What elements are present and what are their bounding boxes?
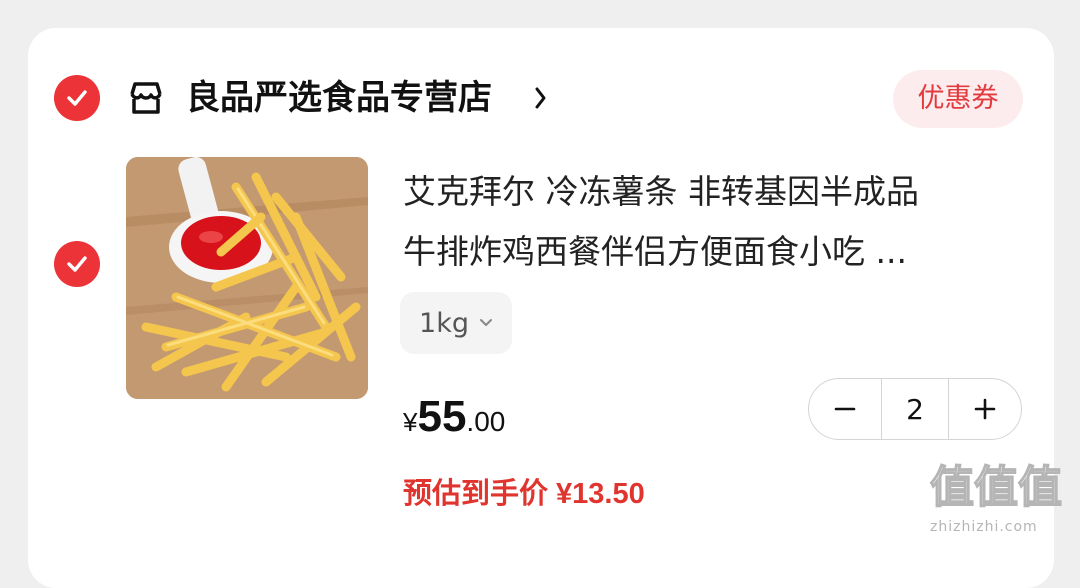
- watermark: 值值值 zhizhizhi.com: [929, 462, 1070, 543]
- coupon-button[interactable]: 优惠券: [893, 70, 1023, 128]
- product-image[interactable]: [126, 157, 368, 399]
- estimated-price: 预估到手价 ¥13.50: [403, 470, 645, 512]
- spec-selector[interactable]: 1kg: [400, 292, 512, 354]
- watermark-logo: 值值值: [929, 462, 1063, 514]
- product-title-line1: 艾克拜尔 冷冻薯条 非转基因半成品: [403, 172, 919, 211]
- estimated-price-value: ¥13.50: [556, 478, 645, 510]
- shop-select-checkbox[interactable]: [54, 75, 100, 121]
- product-title[interactable]: 艾克拜尔 冷冻薯条 非转基因半成品 牛排炸鸡西餐伴侣方便面食小吃 ...: [403, 162, 1003, 282]
- quantity-stepper: 2: [808, 378, 1022, 440]
- item-select-checkbox[interactable]: [54, 241, 100, 287]
- quantity-value[interactable]: 2: [881, 379, 949, 439]
- fries-illustration: [126, 157, 368, 399]
- chevron-down-icon: [479, 319, 492, 326]
- check-icon: [67, 256, 87, 272]
- price-decimal: .00: [466, 406, 506, 437]
- watermark-url: zhizhizhi.com: [930, 519, 1038, 535]
- decrease-button[interactable]: [809, 379, 881, 439]
- plus-icon: [974, 398, 996, 420]
- spec-value: 1kg: [419, 307, 469, 339]
- chevron-right-icon[interactable]: [533, 84, 549, 112]
- product-price: ¥55.00: [403, 392, 505, 442]
- price-symbol: ¥: [403, 407, 418, 437]
- price-integer: 55: [417, 392, 467, 441]
- estimated-price-label: 预估到手价: [403, 476, 549, 510]
- store-icon: [130, 82, 162, 114]
- minus-icon: [834, 407, 856, 411]
- check-icon: [67, 90, 87, 106]
- product-title-line2: 牛排炸鸡西餐伴侣方便面食小吃 ...: [403, 232, 907, 271]
- increase-button[interactable]: [949, 379, 1021, 439]
- shop-name[interactable]: 良品严选食品专营店: [186, 74, 492, 122]
